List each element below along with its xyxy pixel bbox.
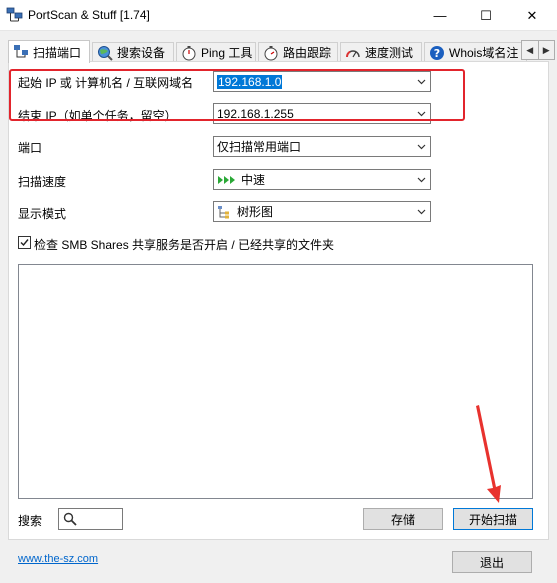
checkmark-icon — [20, 239, 29, 247]
smb-checkbox[interactable] — [18, 236, 31, 249]
smb-checkbox-label[interactable]: 检查 SMB Shares 共享服务是否开启 / 已经共享的文件夹 — [34, 236, 334, 253]
scan-speed-value: 中速 — [241, 173, 266, 187]
tree-view-icon — [218, 205, 229, 218]
port-value: 仅扫描常用端口 — [217, 140, 302, 154]
speedometer-icon — [345, 49, 360, 57]
stopwatch-icon — [264, 45, 278, 60]
fast-forward-icon — [218, 175, 235, 184]
chevron-down-icon — [417, 144, 426, 150]
tab-speed-test[interactable]: 速度测试 — [340, 42, 422, 62]
title-bar: PortScan & Stuff [1.74] — ☐ ✕ — [0, 0, 557, 31]
tab-label: Ping 工具 — [201, 46, 253, 60]
tab-label: 扫描端口 — [33, 45, 82, 60]
globe-search-icon — [98, 45, 113, 61]
highlight-box — [9, 69, 465, 121]
window-title: PortScan & Stuff [1.74] — [28, 8, 150, 22]
search-input[interactable] — [58, 508, 123, 530]
website-link[interactable]: www.the-sz.com — [18, 553, 98, 565]
tab-ping-tool[interactable]: Ping 工具 — [176, 42, 256, 62]
results-tree[interactable] — [18, 264, 533, 499]
chevron-down-icon — [417, 177, 426, 183]
maximize-button[interactable]: ☐ — [463, 0, 509, 31]
annotation-arrow — [476, 405, 501, 503]
app-network-icon — [6, 7, 23, 22]
port-combobox[interactable]: 仅扫描常用端口 — [213, 136, 431, 157]
tab-label: Whois域名注 — [449, 46, 519, 60]
stopwatch-icon — [182, 45, 196, 60]
tab-scroll-buttons: ◀ ▶ — [521, 40, 555, 60]
tab-label: 搜索设备 — [117, 46, 166, 60]
network-icon — [14, 45, 28, 58]
save-button[interactable]: 存储 — [363, 508, 443, 530]
tab-search-devices[interactable]: 搜索设备 — [92, 42, 174, 62]
question-icon: ? — [430, 45, 444, 60]
tab-label: 速度测试 — [365, 46, 414, 60]
svg-text:?: ? — [434, 47, 440, 60]
tab-traceroute[interactable]: 路由跟踪 — [258, 42, 338, 62]
port-label: 端口 — [18, 141, 43, 155]
tab-scan-ports[interactable]: 扫描端口 — [8, 40, 90, 63]
tab-scroll-left-icon[interactable]: ◀ — [522, 41, 538, 59]
tab-whois[interactable]: ? Whois域名注 — [424, 42, 527, 62]
search-icon — [63, 512, 77, 526]
tab-strip: 扫描端口 搜索设备 Ping 工具 路由跟踪 速度测试 ? Whois域名注 — [8, 40, 557, 63]
search-label: 搜索 — [18, 514, 43, 528]
display-mode-label: 显示模式 — [18, 207, 67, 221]
close-button[interactable]: ✕ — [509, 0, 555, 31]
tab-scroll-right-icon[interactable]: ▶ — [537, 41, 555, 59]
scan-speed-combobox[interactable]: 中速 — [213, 169, 431, 190]
tab-label: 路由跟踪 — [283, 46, 332, 60]
chevron-down-icon — [417, 209, 426, 215]
display-mode-combobox[interactable]: 树形图 — [213, 201, 431, 222]
display-mode-value: 树形图 — [237, 205, 274, 219]
scan-speed-label: 扫描速度 — [18, 175, 67, 189]
start-scan-button[interactable]: 开始扫描 — [453, 508, 533, 530]
minimize-button[interactable]: — — [417, 0, 463, 31]
exit-button[interactable]: 退出 — [452, 551, 532, 573]
